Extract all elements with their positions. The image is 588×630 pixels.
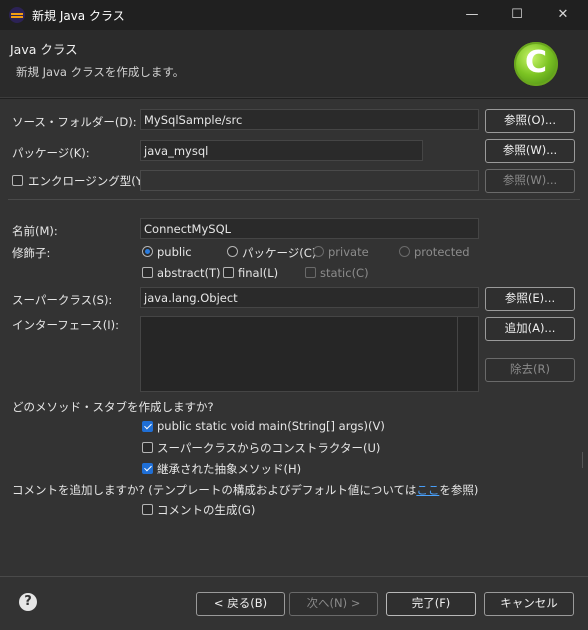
window-title: 新規 Java クラス [32,9,125,23]
enclosing-type-label: エンクロージング型(Y): [28,174,152,188]
source-folder-label: ソース・フォルダー(D): [12,115,137,129]
finish-button[interactable]: 完了(F) [386,592,476,616]
modifiers-label: 修飾子: [12,246,51,260]
comments-question: コメントを追加しますか? (テンプレートの構成およびデフォルト値についてはここを… [12,482,478,498]
eclipse-icon [9,7,25,23]
modifier-private-label: private [328,245,369,259]
interfaces-label: インターフェース(I): [12,318,119,332]
source-folder-field[interactable]: MySqlSample/src [140,109,479,130]
modifier-public-radio[interactable] [142,246,153,257]
resize-grip[interactable] [582,452,588,468]
main-method-checkbox[interactable] [142,421,153,432]
close-button[interactable]: ✕ [540,0,586,30]
abstract-label: abstract(T) [157,266,221,280]
modifier-package-label: パッケージ(C) [242,246,317,260]
modifier-protected-label: protected [414,245,470,259]
superclass-label: スーパークラス(S): [12,293,113,307]
enclosing-type-browse-button[interactable]: 参照(W)... [485,169,575,193]
enclosing-type-checkbox[interactable] [12,175,23,186]
modifier-private-radio[interactable] [313,246,324,257]
java-class-logo-icon: C [514,42,558,86]
constructors-checkbox[interactable] [142,442,153,453]
minimize-button[interactable]: — [449,0,495,30]
package-label: パッケージ(K): [12,146,90,160]
enclosing-type-field[interactable] [140,170,479,191]
package-browse-button[interactable]: 参照(W)... [485,139,575,163]
maximize-button[interactable]: ☐ [494,0,540,30]
comments-question-prefix: コメントを追加しますか? (テンプレートの構成およびデフォルト値については [12,483,417,497]
interfaces-list-divider [457,317,458,391]
next-button[interactable]: 次へ(N) > [289,592,378,616]
generate-comments-label: コメントの生成(G) [157,503,256,517]
modifier-protected-radio[interactable] [399,246,410,257]
logo-letter: C [524,45,548,80]
inherited-methods-checkbox[interactable] [142,463,153,474]
modifier-package-radio[interactable] [227,246,238,257]
cancel-button[interactable]: キャンセル [484,592,574,616]
constructors-label: スーパークラスからのコンストラクター(U) [157,441,381,455]
help-icon[interactable]: ? [19,593,37,611]
stubs-question: どのメソッド・スタブを作成しますか? [12,400,214,414]
separator [8,199,580,200]
comments-question-suffix: を参照) [439,483,479,497]
static-label: static(C) [320,266,369,280]
superclass-browse-button[interactable]: 参照(E)... [485,287,575,311]
add-interface-button[interactable]: 追加(A)... [485,317,575,341]
abstract-checkbox[interactable] [142,267,153,278]
static-checkbox[interactable] [305,267,316,278]
name-label: 名前(M): [12,224,58,238]
source-folder-browse-button[interactable]: 参照(O)... [485,109,575,133]
class-name-field[interactable]: ConnectMySQL [140,218,479,239]
wizard-description: 新規 Java クラスを作成します。 [16,65,185,79]
templates-link[interactable]: ここ [416,483,439,497]
package-field[interactable]: java_mysql [140,140,423,161]
final-label: final(L) [238,266,279,280]
generate-comments-checkbox[interactable] [142,504,153,515]
remove-interface-button[interactable]: 除去(R) [485,358,575,382]
main-method-label: public static void main(String[] args)(V… [157,419,385,433]
wizard-title: Java クラス [10,42,78,57]
inherited-methods-label: 継承された抽象メソッド(H) [157,462,302,476]
modifier-public-label: public [157,245,192,259]
final-checkbox[interactable] [223,267,234,278]
back-button[interactable]: < 戻る(B) [196,592,285,616]
superclass-field[interactable]: java.lang.Object [140,287,479,308]
interfaces-list[interactable] [140,316,479,392]
